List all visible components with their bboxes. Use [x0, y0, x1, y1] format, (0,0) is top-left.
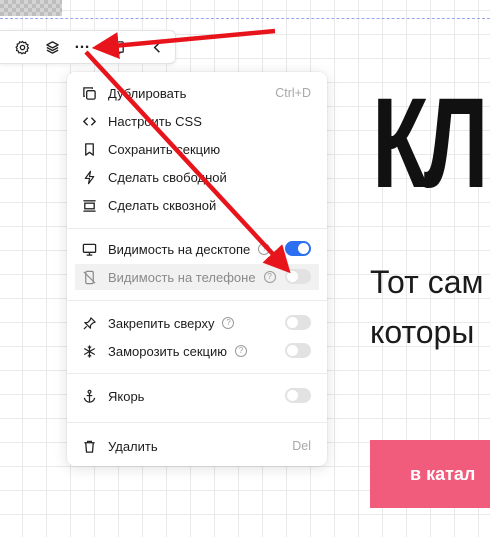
- menu-item-configure-css[interactable]: Настроить CSS: [75, 108, 319, 134]
- section-toolbar: …: [0, 30, 176, 64]
- menu-divider: [67, 300, 327, 301]
- section-context-menu: Дублировать Ctrl+D Настроить CSS Сохрани…: [67, 72, 327, 466]
- menu-item-make-through[interactable]: Сделать сквозной: [75, 192, 319, 218]
- hero-title: КЛ: [372, 72, 489, 215]
- menu-item-label: Видимость на телефоне: [108, 269, 256, 285]
- menu-item-label: Видимость на десктопе: [108, 241, 251, 257]
- more-icon[interactable]: …: [72, 34, 92, 54]
- freeze-section-toggle[interactable]: [285, 343, 311, 358]
- pin-top-toggle[interactable]: [285, 315, 311, 330]
- menu-item-phone-visibility[interactable]: Видимость на телефоне ?: [75, 264, 319, 290]
- menu-item-label: Сохранить секцию: [108, 141, 221, 157]
- bookmark-icon: [81, 141, 97, 157]
- menu-item-anchor[interactable]: Якорь: [75, 383, 319, 409]
- menu-item-pin-top[interactable]: Закрепить сверху ?: [75, 310, 319, 336]
- anchor-icon: [81, 388, 97, 404]
- shortcut-hint: Del: [292, 439, 311, 453]
- desktop-visibility-toggle[interactable]: [285, 241, 311, 256]
- menu-item-label: Настроить CSS: [108, 113, 202, 129]
- hero-subtitle-line-2: которы: [370, 314, 475, 350]
- menu-divider: [67, 373, 327, 374]
- help-icon[interactable]: ?: [235, 345, 247, 357]
- through-section-icon: [81, 197, 97, 213]
- section-boundary-line: [0, 18, 490, 19]
- snowflake-icon: [81, 343, 97, 359]
- menu-item-desktop-visibility[interactable]: Видимость на десктопе ?: [75, 236, 319, 262]
- code-icon: [81, 113, 97, 129]
- catalog-button[interactable]: в катал: [370, 440, 490, 508]
- gear-icon[interactable]: [12, 37, 32, 57]
- help-icon[interactable]: ?: [263, 271, 276, 283]
- shortcut-hint: Ctrl+D: [275, 86, 311, 100]
- help-icon[interactable]: ?: [258, 243, 271, 255]
- menu-item-make-free[interactable]: Сделать свободной: [75, 164, 319, 190]
- chevron-left-icon[interactable]: [147, 37, 167, 57]
- menu-item-label: Якорь: [108, 388, 145, 404]
- menu-item-label: Удалить: [108, 438, 158, 454]
- menu-item-label: Сделать свободной: [108, 169, 227, 185]
- hero-subtitle-line-1: Тот сам: [370, 264, 484, 300]
- menu-item-delete[interactable]: Удалить Del: [75, 433, 319, 459]
- trash-icon: [81, 438, 97, 454]
- phone-visibility-toggle[interactable]: [285, 269, 311, 284]
- phone-off-icon: [81, 269, 97, 285]
- desktop-icon: [81, 241, 97, 257]
- pin-icon: [81, 315, 97, 331]
- transparency-pattern: [0, 0, 62, 16]
- copy-icon[interactable]: [108, 37, 128, 57]
- anchor-toggle[interactable]: [285, 388, 311, 403]
- help-icon[interactable]: ?: [222, 317, 235, 329]
- menu-item-label: Сделать сквозной: [108, 197, 217, 213]
- layers-icon[interactable]: [42, 37, 62, 57]
- menu-item-label: Закрепить сверху: [108, 315, 215, 331]
- menu-divider: [67, 228, 327, 229]
- lightning-icon: [81, 169, 97, 185]
- menu-divider: [67, 422, 327, 423]
- duplicate-icon: [81, 85, 97, 101]
- menu-item-label: Дублировать: [108, 85, 187, 101]
- menu-item-label: Заморозить секцию: [108, 343, 227, 359]
- menu-item-duplicate[interactable]: Дублировать Ctrl+D: [75, 80, 319, 106]
- menu-item-freeze-section[interactable]: Заморозить секцию ?: [75, 338, 319, 364]
- menu-item-save-section[interactable]: Сохранить секцию: [75, 136, 319, 162]
